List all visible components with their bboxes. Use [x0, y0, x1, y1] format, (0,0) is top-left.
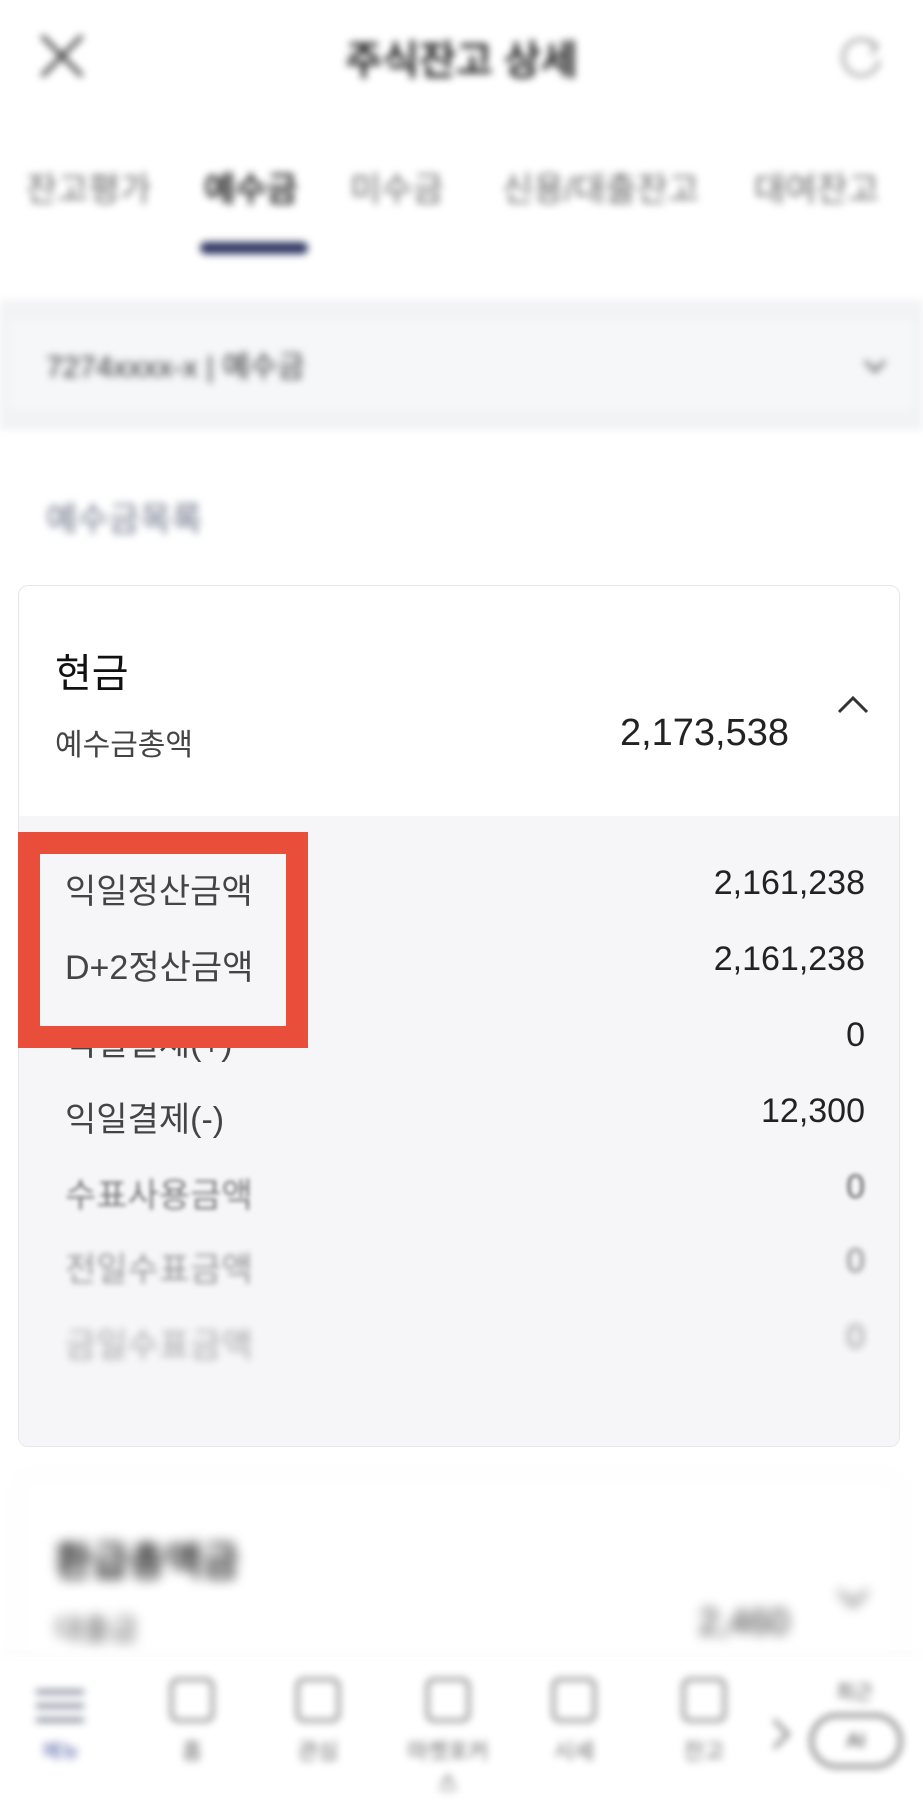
- nav-quotes[interactable]: 시세: [524, 1678, 624, 1766]
- nav-balance[interactable]: 잔고: [654, 1678, 754, 1766]
- card-title: 현금: [55, 652, 129, 696]
- row-label: D+2정산금액: [65, 949, 254, 987]
- home-icon: [170, 1678, 214, 1722]
- card-title: 환급총액금: [55, 1540, 239, 1584]
- row-label: 금일수표금액: [65, 1327, 253, 1365]
- menu-icon: [36, 1690, 84, 1722]
- tab-indicator: [200, 242, 308, 254]
- total-deposit-label: 예수금총액: [55, 729, 193, 762]
- section-title: 예수금목록: [46, 501, 203, 539]
- card-sub-label: 대출금: [55, 1614, 138, 1647]
- chart-icon: [552, 1678, 596, 1722]
- nav-label: 관심: [297, 1739, 339, 1764]
- total-deposit-value: 2,173,538: [619, 712, 789, 754]
- header: 주식잔고 상세: [0, 0, 923, 110]
- cash-card[interactable]: 현금 예수금총액 2,173,538 익일정산금액 2,161,238 D+2정…: [18, 585, 900, 1447]
- nav-label: 잔고: [683, 1739, 725, 1764]
- chevron-right-icon[interactable]: [766, 1714, 796, 1754]
- account-select[interactable]: 7274xxxx-x | 예수금: [10, 320, 913, 410]
- tab-credit-loan[interactable]: 신용/대출잔고: [502, 162, 699, 211]
- account-label: 7274xxxx-x | 예수금: [46, 351, 305, 384]
- row-label: 익일결제(+): [65, 1025, 233, 1063]
- ai-button[interactable]: AI: [810, 1714, 902, 1768]
- tab-bar: 잔고평가 예수금 미수금 신용/대출잔고 대여잔고: [0, 150, 923, 260]
- nav-home[interactable]: 홈: [142, 1678, 242, 1766]
- row-value: 0: [846, 1168, 865, 1206]
- row-label: 전일수표금액: [65, 1251, 253, 1289]
- refund-card[interactable]: 환급총액금 대출금 2,460: [18, 1476, 900, 1678]
- list-item: D+2정산금액 2,161,238: [65, 932, 865, 992]
- card-sub-value: 2,460: [698, 1601, 789, 1642]
- list-item: 전일수표금액 0: [65, 1234, 865, 1294]
- details-panel: 익일정산금액 2,161,238 D+2정산금액 2,161,238 익일결제(…: [19, 816, 899, 1446]
- nav-label: 홈: [181, 1739, 203, 1764]
- tab-lending[interactable]: 대여잔고: [754, 162, 879, 211]
- bottom-nav: 메뉴 홈 관심 마켓포커스 시세 잔고 최근 AI: [0, 1653, 923, 1804]
- tab-receivable[interactable]: 미수금: [350, 162, 444, 211]
- row-value: 2,161,238: [713, 940, 865, 978]
- market-icon: [426, 1678, 470, 1722]
- chevron-up-icon[interactable]: [833, 686, 873, 726]
- nav-label: 마켓포커스: [407, 1739, 489, 1796]
- list-item: 금일수표금액 0: [65, 1310, 865, 1370]
- nav-favorites[interactable]: 관심: [268, 1678, 368, 1766]
- nav-label: 시세: [553, 1739, 595, 1764]
- menu-button[interactable]: 메뉴: [26, 1684, 96, 1763]
- row-value: 2,161,238: [713, 864, 865, 902]
- row-value: 12,300: [761, 1092, 865, 1130]
- list-item: 익일정산금액 2,161,238: [65, 856, 865, 916]
- chevron-down-icon[interactable]: [833, 1577, 873, 1617]
- menu-label: 메뉴: [42, 1741, 80, 1763]
- refresh-icon[interactable]: [835, 30, 887, 82]
- row-label: 익일정산금액: [65, 873, 253, 911]
- list-item: 수표사용금액 0: [65, 1160, 865, 1220]
- page-title: 주식잔고 상세: [345, 39, 578, 83]
- list-item: 익일결제(-) 12,300: [65, 1084, 865, 1144]
- wallet-icon: [682, 1678, 726, 1722]
- row-label: 수표사용금액: [65, 1177, 253, 1215]
- row-value: 0: [846, 1016, 865, 1054]
- tab-deposit[interactable]: 예수금: [204, 162, 298, 211]
- chevron-down-icon: [863, 359, 887, 374]
- tab-balance[interactable]: 잔고평가: [26, 162, 151, 211]
- list-item: 익일결제(+) 0: [65, 1008, 865, 1068]
- row-value: 0: [846, 1242, 865, 1280]
- account-bar: 7274xxxx-x | 예수금: [0, 300, 923, 430]
- row-label: 익일결제(-): [65, 1101, 225, 1139]
- nav-market-focus[interactable]: 마켓포커스: [398, 1678, 498, 1798]
- row-value: 0: [846, 1318, 865, 1356]
- star-icon: [296, 1678, 340, 1722]
- fab-top-label: 최근: [836, 1682, 873, 1704]
